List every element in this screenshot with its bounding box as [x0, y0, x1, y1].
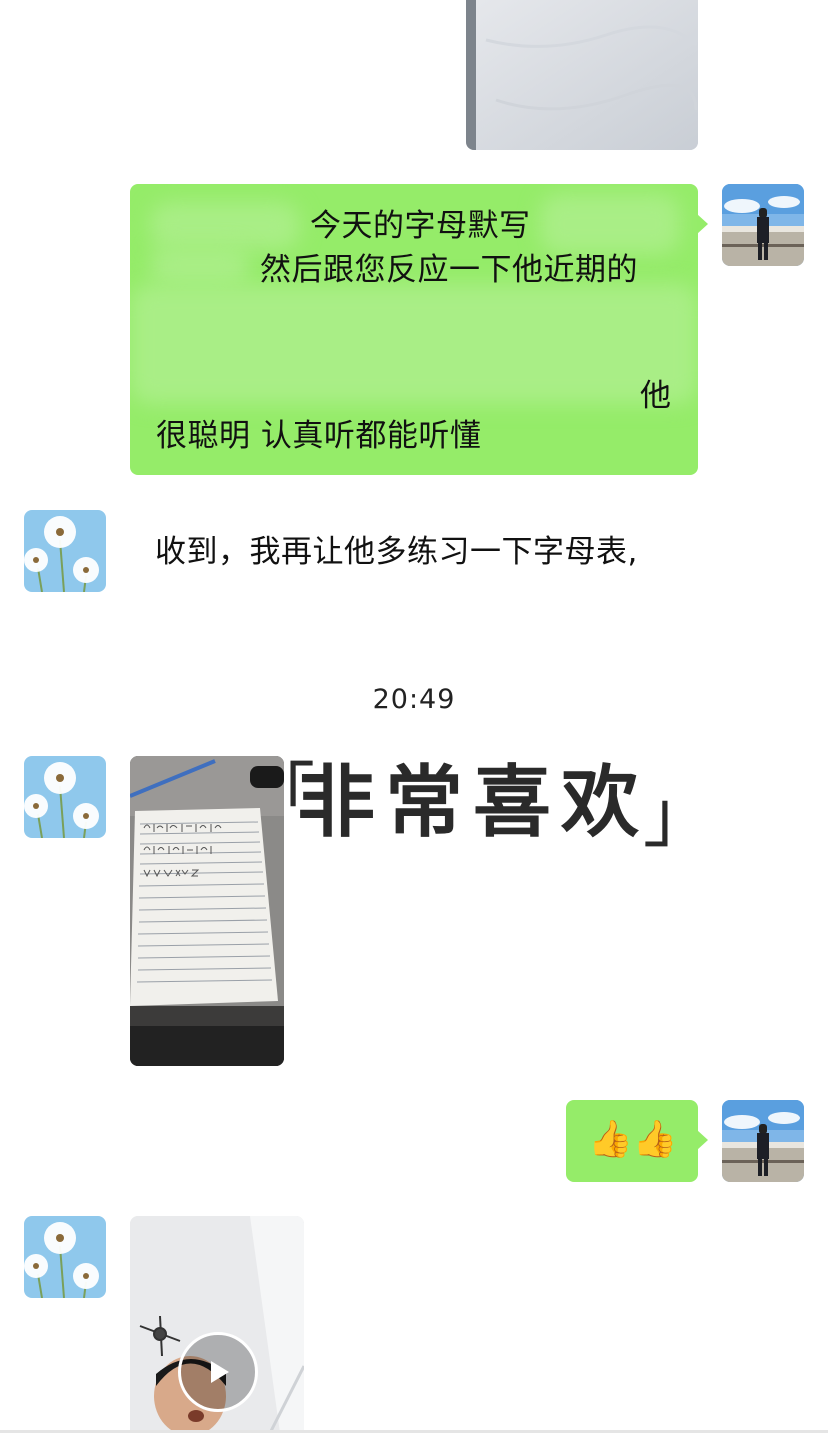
avatar-contact[interactable]: [24, 756, 106, 838]
timestamp: 20:49: [372, 684, 456, 715]
privacy-blur: [150, 246, 250, 286]
play-button[interactable]: [178, 1332, 258, 1412]
outgoing-text-bubble[interactable]: 今天的字母默写 然后跟您反应一下他近期的 他 很聪明 认真听都能听懂: [130, 184, 708, 475]
worksheet-photo-image: [130, 756, 284, 1066]
outgoing-message-row-1: 今天的字母默写 然后跟您反应一下他近期的 他 很聪明 认真听都能听懂: [0, 184, 828, 484]
avatar-self[interactable]: [722, 184, 804, 266]
message-text-line: 然后跟您反应一下他近期的: [260, 252, 638, 288]
dandelion-avatar-image: [24, 756, 106, 838]
message-text-line: 今天的字母默写: [310, 208, 531, 244]
dandelion-avatar-image: [24, 510, 106, 592]
sticker-bracket-right: 」: [643, 775, 713, 857]
incoming-photo-worksheet[interactable]: [130, 756, 284, 1066]
message-text-line: 他: [640, 378, 672, 414]
thumbs-up-emoji: 👍👍: [588, 1119, 678, 1160]
message-text-line: 很聪明 认真听都能听懂: [156, 418, 482, 454]
avatar-self[interactable]: [722, 1100, 804, 1182]
outgoing-emoji-bubble[interactable]: 👍👍: [566, 1100, 708, 1182]
sticker-text: 非常喜欢: [297, 757, 650, 848]
photo-paper-texture: [466, 0, 698, 150]
avatar-contact[interactable]: [24, 510, 106, 592]
incoming-video-message[interactable]: [130, 1216, 304, 1433]
privacy-blur: [540, 194, 680, 254]
dandelion-avatar-image: [24, 1216, 106, 1298]
sticker-frame[interactable]: 「 非常喜欢 」: [245, 740, 713, 857]
privacy-blur: [150, 202, 300, 250]
avatar-contact[interactable]: [24, 1216, 106, 1298]
privacy-blur: [130, 284, 698, 404]
sent-photo-partial[interactable]: [466, 0, 698, 150]
incoming-text-message[interactable]: 收到，我再让他多练习一下字母表,: [155, 530, 655, 574]
play-icon: [211, 1361, 229, 1383]
